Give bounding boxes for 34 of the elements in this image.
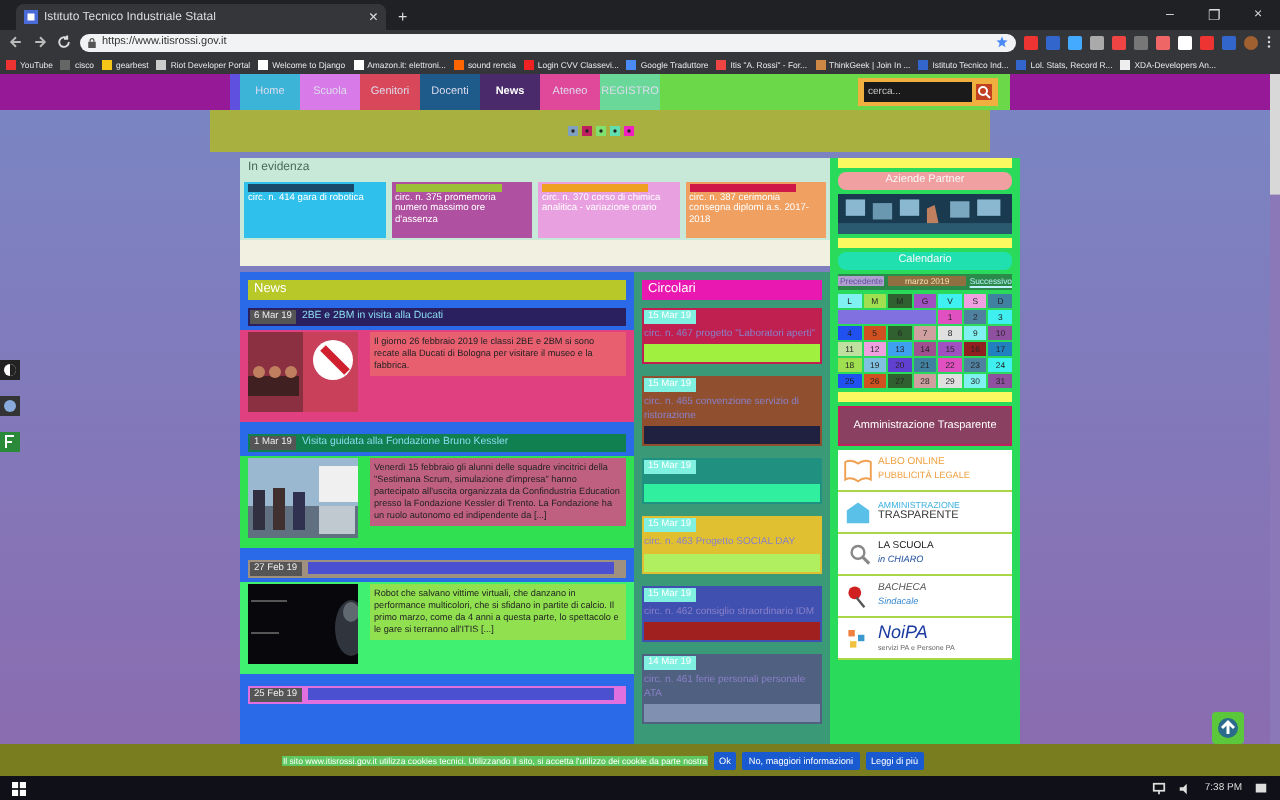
book-icon (842, 455, 874, 483)
new-tab-button[interactable]: + (398, 10, 408, 26)
accessibility-icon[interactable] (0, 396, 20, 416)
menu-icon[interactable] (1266, 34, 1272, 50)
profile-avatar[interactable] (1244, 35, 1258, 49)
network-icon[interactable] (1152, 781, 1167, 795)
back-icon[interactable] (8, 34, 24, 50)
search-icon[interactable] (976, 84, 992, 101)
house-icon (842, 497, 874, 525)
nav-accent (230, 74, 240, 111)
notification-icon[interactable] (1254, 781, 1268, 795)
social-icon[interactable] (609, 125, 619, 136)
lock-icon (88, 37, 96, 47)
text-size-icon[interactable] (0, 432, 20, 452)
banner-title: NoiPA (878, 622, 930, 644)
forward-icon[interactable] (32, 34, 48, 50)
back-to-top-button[interactable] (1212, 712, 1244, 744)
star-icon[interactable] (996, 36, 1008, 48)
scrollbar[interactable] (1270, 74, 1280, 744)
calendar-blank-cell (838, 309, 937, 323)
start-icon[interactable] (12, 781, 26, 795)
reload-icon[interactable] (56, 34, 72, 50)
social-icon[interactable] (623, 125, 633, 136)
school-logo-icon (24, 10, 38, 24)
speaker-icon[interactable] (1178, 781, 1193, 795)
social-icon[interactable] (581, 125, 591, 136)
close-tab-button[interactable]: × (368, 9, 378, 25)
category-bar (248, 183, 355, 191)
category-bar (395, 183, 502, 191)
category-bar (689, 183, 796, 191)
contrast-icon[interactable] (0, 360, 20, 380)
social-icon[interactable] (595, 125, 605, 136)
social-icon[interactable] (567, 125, 577, 136)
category-bar (542, 183, 649, 191)
